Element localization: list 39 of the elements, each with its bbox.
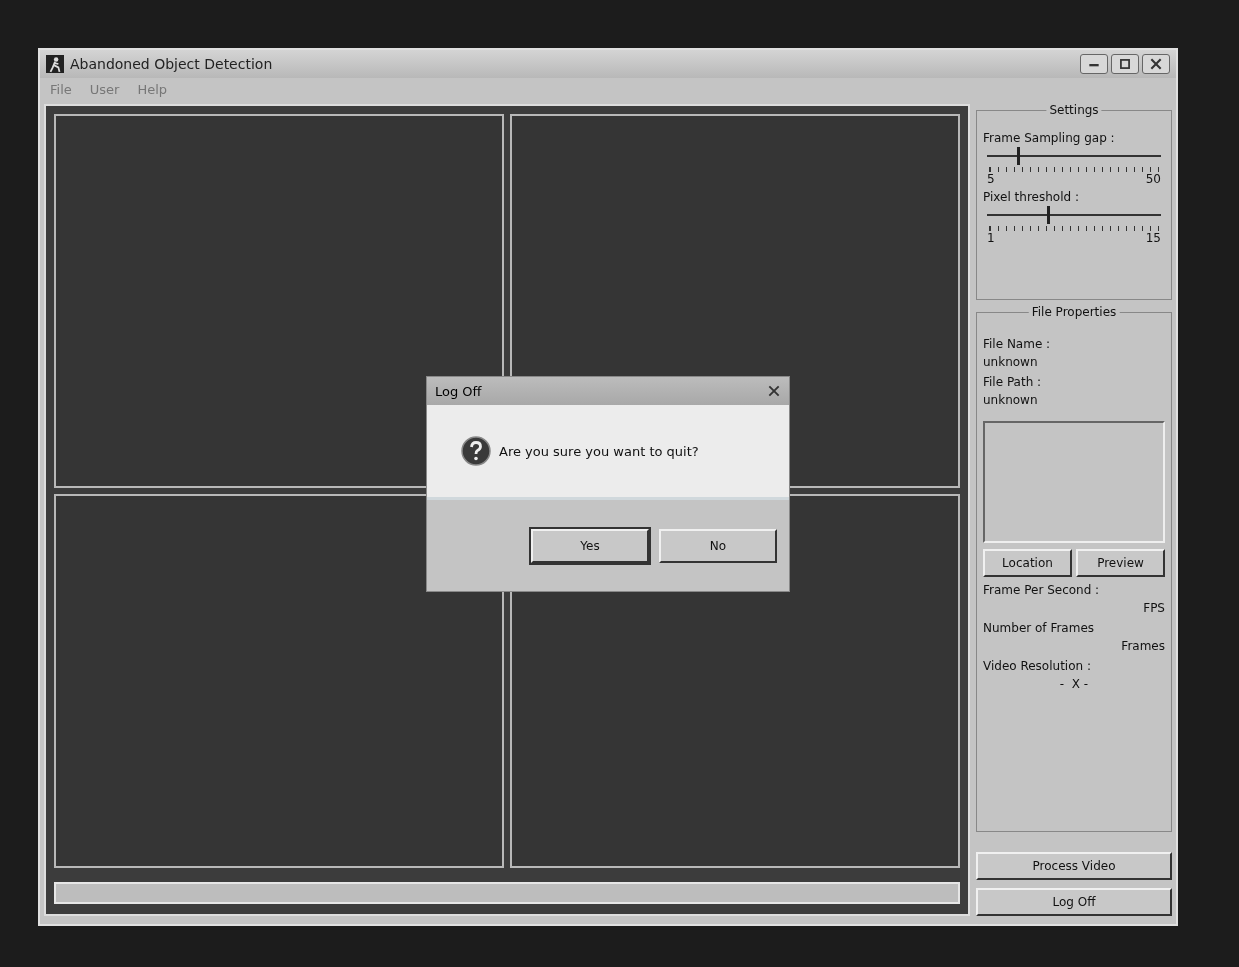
slider[interactable] <box>987 147 1161 165</box>
dialog-message: Are you sure you want to quit? <box>499 443 699 459</box>
field-label: File Path : <box>983 375 1043 389</box>
group-title: Settings <box>1046 103 1102 117</box>
slider-max: 15 <box>1145 231 1161 245</box>
side-button[interactable]: Preview <box>1076 549 1165 577</box>
stat-value: - X - <box>1058 677 1090 691</box>
question-icon <box>461 436 491 466</box>
window-title: Abandoned Object Detection <box>70 56 273 72</box>
action-button[interactable]: Log Off <box>976 888 1172 916</box>
stat-value: Frames <box>1120 639 1165 653</box>
dialog-button[interactable]: No <box>659 528 777 563</box>
slider-min: 1 <box>987 231 995 245</box>
close-button[interactable] <box>1142 54 1170 74</box>
maximize-icon <box>1118 58 1132 70</box>
close-icon <box>1149 58 1163 70</box>
dialog-button[interactable]: Yes <box>531 528 649 563</box>
stat-label: Video Resolution : <box>983 659 1092 673</box>
field-value: unknown <box>983 355 1039 369</box>
dialog-title: Log Off <box>435 383 482 399</box>
slider-label: Frame Sampling gap : <box>983 131 1116 145</box>
group-title: File Properties <box>1028 305 1120 319</box>
slider-label: Pixel threshold : <box>983 190 1080 204</box>
slider-thumb[interactable] <box>1017 147 1021 165</box>
minimize-button[interactable] <box>1080 54 1108 74</box>
close-icon[interactable] <box>767 384 781 398</box>
figure-icon <box>46 55 64 73</box>
slider-min: 5 <box>987 172 995 186</box>
slider-max: 50 <box>1145 172 1161 186</box>
stat-value: FPS <box>1142 601 1165 615</box>
stat-label: Frame Per Second : <box>983 583 1101 597</box>
maximize-button[interactable] <box>1111 54 1139 74</box>
field-label: File Name : <box>983 337 1052 351</box>
action-button[interactable]: Process Video <box>976 852 1172 880</box>
slider[interactable] <box>987 206 1161 224</box>
slider-thumb[interactable] <box>1046 206 1050 224</box>
stat-label: Number of Frames <box>983 621 1096 635</box>
side-button[interactable]: Location <box>983 549 1072 577</box>
field-value: unknown <box>983 393 1039 407</box>
